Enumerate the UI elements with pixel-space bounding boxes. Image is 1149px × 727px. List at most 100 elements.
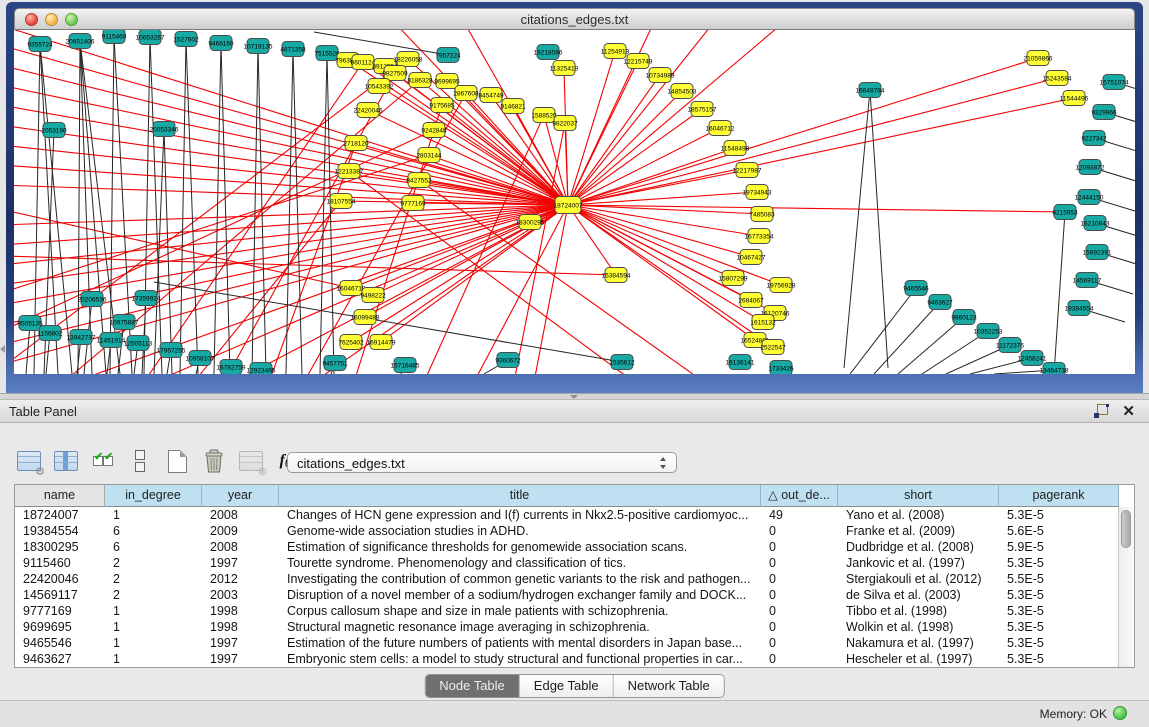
- graph-node[interactable]: 13464738: [1040, 363, 1069, 375]
- graph-node[interactable]: 15807299: [719, 271, 748, 286]
- graph-node[interactable]: 7485083: [749, 207, 775, 222]
- graph-node[interactable]: 21059866: [1024, 51, 1053, 66]
- graph-node[interactable]: 2803144: [416, 148, 442, 163]
- graph-edge[interactable]: [40, 44, 72, 374]
- graph-node[interactable]: 12213387: [335, 164, 364, 179]
- graph-edge[interactable]: [568, 128, 720, 205]
- graph-edge[interactable]: [180, 39, 186, 374]
- graph-node[interactable]: 11254919: [601, 44, 630, 59]
- graph-node[interactable]: 11548498: [721, 141, 750, 156]
- graph-node[interactable]: 9860123: [951, 310, 977, 325]
- graph-edge[interactable]: [424, 115, 544, 374]
- graph-node[interactable]: 18300295: [516, 215, 545, 230]
- graph-node[interactable]: 7625402: [338, 335, 364, 350]
- graph-edge[interactable]: [564, 68, 568, 205]
- graph-node[interactable]: 12505113: [124, 336, 153, 351]
- graph-node[interactable]: 19218586: [534, 45, 563, 60]
- graph-node[interactable]: 15384594: [602, 268, 631, 283]
- graph-node[interactable]: 11451914: [97, 333, 126, 348]
- graph-node[interactable]: 1156802: [38, 326, 63, 341]
- graph-node[interactable]: 9457751: [322, 356, 348, 371]
- select-rows-button[interactable]: ✔ ✔: [90, 448, 116, 474]
- graph-node[interactable]: 2684067: [738, 293, 764, 308]
- graph-edge[interactable]: [568, 98, 1074, 205]
- graph-node[interactable]: 8215953: [1052, 205, 1078, 220]
- tab-edge-table[interactable]: Edge Table: [520, 675, 614, 697]
- graph-node[interactable]: 9242848: [421, 123, 447, 138]
- graph-node[interactable]: 15716485: [391, 358, 420, 373]
- graph-edge[interactable]: [293, 49, 302, 374]
- graph-node[interactable]: 17957255: [157, 343, 186, 358]
- graph-node[interactable]: 12217987: [733, 163, 762, 178]
- graph-node[interactable]: 10352253: [974, 324, 1003, 339]
- graph-node[interactable]: 2522547: [760, 340, 786, 355]
- table-row[interactable]: 2242004622012Investigating the contribut…: [15, 571, 1134, 587]
- table-row[interactable]: 1830029562008Estimation of significance …: [15, 539, 1134, 555]
- delete-table-button[interactable]: [201, 448, 227, 474]
- graph-edge[interactable]: [850, 288, 916, 374]
- graph-edge[interactable]: [221, 43, 230, 374]
- graph-node[interactable]: 8186328: [407, 73, 433, 88]
- column-header-in_degree[interactable]: in_degree: [105, 485, 202, 507]
- graph-node[interactable]: 19756928: [767, 278, 796, 293]
- graph-edge[interactable]: [1054, 212, 1065, 374]
- graph-node[interactable]: 10467427: [737, 250, 766, 265]
- table-row[interactable]: 946554611997Estimation of the future num…: [15, 635, 1134, 651]
- close-panel-icon[interactable]: ✕: [1122, 402, 1135, 420]
- graph-edge[interactable]: [568, 205, 763, 322]
- network-canvas[interactable]: 1872400793557242069140691154601065326715…: [14, 30, 1135, 374]
- graph-node[interactable]: 10958107: [186, 351, 215, 366]
- graph-node[interactable]: 13942737: [67, 330, 96, 345]
- graph-node[interactable]: 1527602: [173, 32, 199, 47]
- graph-edge[interactable]: [40, 44, 58, 374]
- graph-node[interactable]: 8454749: [478, 88, 504, 103]
- column-header-pagerank[interactable]: pagerank: [999, 485, 1119, 507]
- graph-edge[interactable]: [568, 30, 784, 205]
- graph-node[interactable]: 16914479: [367, 335, 396, 350]
- graph-node[interactable]: 12093872: [1076, 160, 1105, 175]
- scrollbar-thumb[interactable]: [1121, 510, 1131, 548]
- graph-node[interactable]: 12215749: [624, 54, 653, 69]
- graph-node[interactable]: 9115460: [102, 30, 127, 44]
- graph-node[interactable]: 10734989: [646, 68, 675, 83]
- column-header-name[interactable]: name: [15, 485, 105, 507]
- graph-node[interactable]: 19734943: [743, 185, 772, 200]
- graph-node[interactable]: 9777169: [400, 196, 426, 211]
- tab-node-table[interactable]: Node Table: [425, 675, 520, 697]
- graph-node[interactable]: 2867608: [453, 86, 479, 101]
- graph-node[interactable]: 9498222: [360, 288, 386, 303]
- graph-edge[interactable]: [844, 90, 870, 368]
- graph-node[interactable]: 11544496: [1060, 91, 1089, 106]
- graph-node[interactable]: 9465546: [903, 281, 929, 296]
- graph-edge[interactable]: [568, 148, 735, 205]
- table-row[interactable]: 977716911998Corpus callosum shape and si…: [15, 603, 1134, 619]
- graph-node[interactable]: 12923465: [247, 363, 276, 375]
- graph-node[interactable]: 9822037: [552, 116, 578, 131]
- graph-node[interactable]: 1535612: [609, 355, 635, 370]
- graph-node[interactable]: 18107554: [327, 194, 356, 209]
- graph-node[interactable]: 1733426: [768, 361, 794, 375]
- table-row[interactable]: 1938455462009Genome-wide association stu…: [15, 523, 1134, 539]
- column-header-title[interactable]: title: [279, 485, 761, 507]
- graph-node[interactable]: 20053346: [150, 122, 179, 137]
- graph-node[interactable]: 15692391: [1083, 245, 1112, 260]
- graph-node[interactable]: 11172376: [996, 338, 1024, 353]
- graph-node[interactable]: 15751074: [1100, 75, 1129, 90]
- graph-edge[interactable]: [568, 75, 660, 205]
- graph-node[interactable]: 2718120: [343, 136, 369, 151]
- graph-edge[interactable]: [514, 123, 565, 374]
- graph-node[interactable]: 18575157: [688, 102, 717, 117]
- table-row[interactable]: 1872400712008Changes of HCN gene express…: [15, 507, 1134, 523]
- graph-node[interactable]: 9360672: [495, 353, 521, 368]
- graph-node[interactable]: 15243584: [1043, 71, 1072, 86]
- graph-node[interactable]: 20691406: [66, 34, 95, 49]
- graph-node[interactable]: 16099488: [351, 310, 380, 325]
- graph-edge[interactable]: [568, 58, 1038, 205]
- graph-edge[interactable]: [186, 39, 198, 374]
- graph-edge[interactable]: [379, 86, 568, 205]
- graph-node[interactable]: 16136141: [726, 355, 755, 370]
- table-row[interactable]: 1456911722003Disruption of a novel membe…: [15, 587, 1134, 603]
- graph-node[interactable]: 9355724: [27, 37, 53, 52]
- graph-node[interactable]: 9146821: [500, 99, 526, 114]
- collapsed-panel-arrow-icon[interactable]: [0, 345, 5, 353]
